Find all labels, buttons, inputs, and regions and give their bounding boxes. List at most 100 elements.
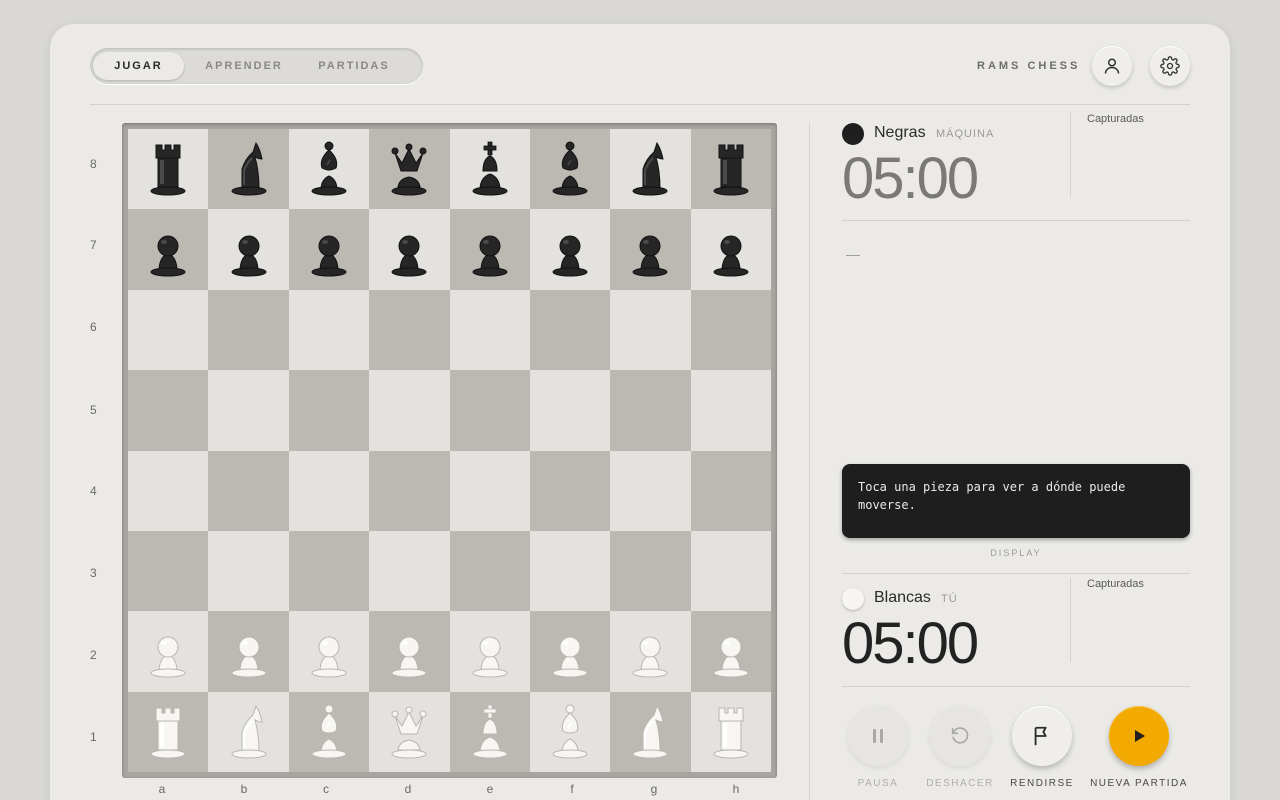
square-a2[interactable] xyxy=(128,611,209,692)
square-h4[interactable] xyxy=(690,450,771,531)
square-c5[interactable] xyxy=(288,370,370,451)
square-h2[interactable] xyxy=(690,611,771,692)
square-h3[interactable] xyxy=(690,530,771,612)
square-g8[interactable] xyxy=(610,129,691,210)
square-a5[interactable] xyxy=(128,370,209,451)
square-d1[interactable] xyxy=(369,691,450,772)
square-g7[interactable] xyxy=(610,209,691,290)
black-pawn-icon[interactable] xyxy=(550,222,590,278)
square-f3[interactable] xyxy=(529,530,611,612)
white-pawn-icon[interactable] xyxy=(389,623,429,679)
profile-button[interactable] xyxy=(1092,46,1132,86)
square-b3[interactable] xyxy=(208,530,289,612)
square-c8[interactable] xyxy=(288,129,370,210)
square-c3[interactable] xyxy=(288,530,370,612)
square-a1[interactable] xyxy=(128,691,209,772)
square-h6[interactable] xyxy=(690,289,771,371)
black-bishop-icon[interactable] xyxy=(550,141,590,197)
white-pawn-icon[interactable] xyxy=(550,623,590,679)
square-e1[interactable] xyxy=(449,691,530,772)
square-f6[interactable] xyxy=(529,289,611,371)
square-c1[interactable] xyxy=(288,691,370,772)
black-bishop-icon[interactable] xyxy=(309,141,349,197)
square-d6[interactable] xyxy=(369,289,450,371)
square-e5[interactable] xyxy=(449,370,530,451)
white-pawn-icon[interactable] xyxy=(470,623,510,679)
black-pawn-icon[interactable] xyxy=(630,222,670,278)
square-c7[interactable] xyxy=(288,209,370,290)
square-d7[interactable] xyxy=(369,209,450,290)
white-pawn-icon[interactable] xyxy=(309,623,349,679)
undo-button[interactable] xyxy=(930,706,990,766)
square-f4[interactable] xyxy=(529,450,611,531)
black-rook-icon[interactable] xyxy=(148,141,188,197)
square-f8[interactable] xyxy=(529,129,611,210)
square-f2[interactable] xyxy=(529,611,611,692)
white-knight-icon[interactable] xyxy=(630,704,670,760)
square-c2[interactable] xyxy=(288,611,370,692)
resign-button[interactable] xyxy=(1012,706,1072,766)
white-pawn-icon[interactable] xyxy=(711,623,751,679)
square-e3[interactable] xyxy=(449,530,530,612)
square-g5[interactable] xyxy=(610,370,691,451)
square-c6[interactable] xyxy=(288,289,370,371)
white-bishop-icon[interactable] xyxy=(309,704,349,760)
new-game-button[interactable] xyxy=(1109,706,1169,766)
square-a3[interactable] xyxy=(128,530,209,612)
white-rook-icon[interactable] xyxy=(711,704,751,760)
square-a4[interactable] xyxy=(128,450,209,531)
white-queen-icon[interactable] xyxy=(389,704,429,760)
square-d8[interactable] xyxy=(369,129,450,210)
square-d3[interactable] xyxy=(369,530,450,612)
square-e6[interactable] xyxy=(449,289,530,371)
square-g4[interactable] xyxy=(610,450,691,531)
square-a6[interactable] xyxy=(128,289,209,371)
square-b5[interactable] xyxy=(208,370,289,451)
square-b2[interactable] xyxy=(208,611,289,692)
square-f5[interactable] xyxy=(529,370,611,451)
square-h7[interactable] xyxy=(690,209,771,290)
settings-button[interactable] xyxy=(1150,46,1190,86)
square-b6[interactable] xyxy=(208,289,289,371)
black-rook-icon[interactable] xyxy=(711,141,751,197)
square-g1[interactable] xyxy=(610,691,691,772)
white-rook-icon[interactable] xyxy=(148,704,188,760)
square-h8[interactable] xyxy=(690,129,771,210)
white-knight-icon[interactable] xyxy=(229,704,269,760)
tab-aprender[interactable]: APRENDER xyxy=(184,52,304,80)
square-a8[interactable] xyxy=(128,129,209,210)
square-d4[interactable] xyxy=(369,450,450,531)
white-bishop-icon[interactable] xyxy=(550,704,590,760)
square-g3[interactable] xyxy=(610,530,691,612)
square-c4[interactable] xyxy=(288,450,370,531)
tab-jugar[interactable]: JUGAR xyxy=(93,52,184,80)
square-b8[interactable] xyxy=(208,129,289,210)
square-e8[interactable] xyxy=(449,129,530,210)
square-e4[interactable] xyxy=(449,450,530,531)
square-d5[interactable] xyxy=(369,370,450,451)
square-h5[interactable] xyxy=(690,370,771,451)
square-f1[interactable] xyxy=(529,691,611,772)
black-king-icon[interactable] xyxy=(470,141,510,197)
square-h1[interactable] xyxy=(690,691,771,772)
black-pawn-icon[interactable] xyxy=(470,222,510,278)
pause-button[interactable] xyxy=(848,706,908,766)
square-d2[interactable] xyxy=(369,611,450,692)
black-knight-icon[interactable] xyxy=(229,141,269,197)
black-knight-icon[interactable] xyxy=(630,141,670,197)
black-pawn-icon[interactable] xyxy=(148,222,188,278)
square-e2[interactable] xyxy=(449,611,530,692)
square-e7[interactable] xyxy=(449,209,530,290)
white-pawn-icon[interactable] xyxy=(229,623,269,679)
square-g6[interactable] xyxy=(610,289,691,371)
square-a7[interactable] xyxy=(128,209,209,290)
square-b4[interactable] xyxy=(208,450,289,531)
black-pawn-icon[interactable] xyxy=(229,222,269,278)
white-king-icon[interactable] xyxy=(470,704,510,760)
black-pawn-icon[interactable] xyxy=(711,222,751,278)
white-pawn-icon[interactable] xyxy=(630,623,670,679)
square-f7[interactable] xyxy=(529,209,611,290)
black-pawn-icon[interactable] xyxy=(309,222,349,278)
square-b7[interactable] xyxy=(208,209,289,290)
square-b1[interactable] xyxy=(208,691,289,772)
